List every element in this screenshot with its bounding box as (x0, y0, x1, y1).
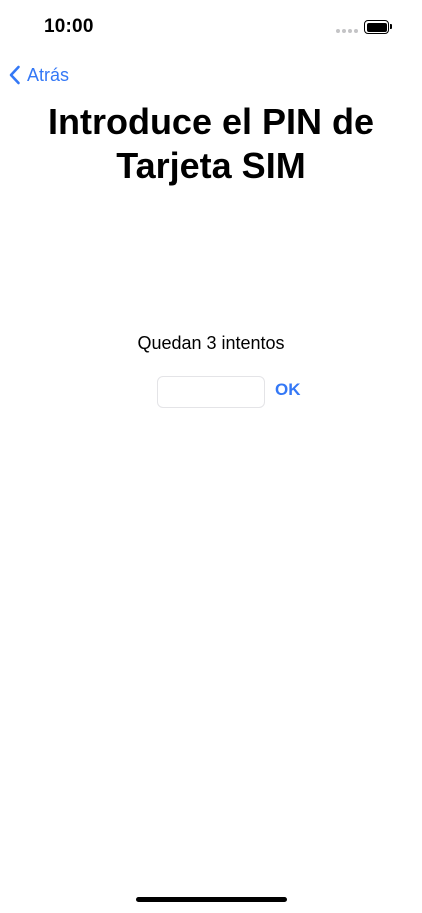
ok-button[interactable]: OK (275, 380, 301, 400)
signal-icon (336, 29, 358, 33)
back-label: Atrás (27, 64, 70, 85)
attempts-remaining-text: Quedan 3 intentos (137, 333, 285, 353)
chevron-left-icon (9, 65, 20, 85)
home-indicator[interactable] (136, 897, 287, 902)
battery-icon (364, 20, 389, 34)
battery-cap (390, 24, 392, 29)
pin-input[interactable] (157, 376, 265, 408)
status-time: 10:00 (44, 16, 94, 37)
page-title: Introduce el PIN de Tarjeta SIM (47, 101, 375, 186)
status-bar: 10:00 (0, 0, 422, 54)
back-button[interactable]: Atrás (8, 62, 69, 88)
